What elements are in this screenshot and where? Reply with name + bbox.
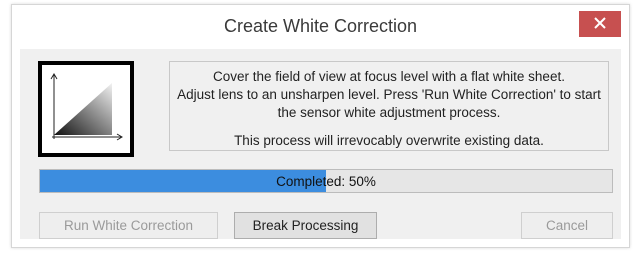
cancel-button[interactable]: Cancel bbox=[521, 212, 613, 239]
instruction-line-3: the sensor white adjustment process. bbox=[277, 105, 501, 120]
close-icon bbox=[594, 16, 606, 32]
run-white-correction-button[interactable]: Run White Correction bbox=[39, 212, 218, 239]
dialog-body: Cover the field of view at focus level w… bbox=[20, 49, 621, 239]
dialog-title: Create White Correction bbox=[223, 16, 418, 36]
white-correction-gradient-icon bbox=[38, 61, 134, 157]
progress-bar: Completed: 50% bbox=[39, 169, 613, 193]
overwrite-warning: This process will irrevocably overwrite … bbox=[234, 133, 544, 148]
title-bar: Create White Correction bbox=[12, 5, 629, 45]
dialog-window: Create White Correction Cover the field … bbox=[11, 4, 630, 248]
instruction-line-2: Adjust lens to an unsharpen level. Press… bbox=[177, 87, 601, 102]
break-processing-button[interactable]: Break Processing bbox=[234, 212, 377, 239]
instruction-message: Cover the field of view at focus level w… bbox=[169, 61, 609, 151]
progress-label: Completed: 50% bbox=[276, 174, 376, 189]
instruction-line-1: Cover the field of view at focus level w… bbox=[213, 69, 565, 84]
close-button[interactable] bbox=[579, 11, 621, 37]
